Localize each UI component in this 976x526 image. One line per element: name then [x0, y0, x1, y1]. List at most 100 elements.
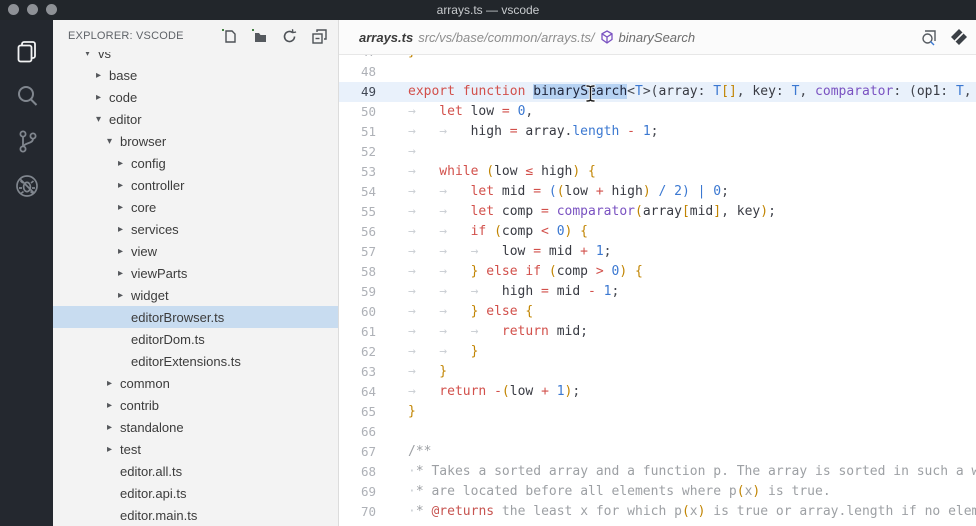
tree-file-editor.all.ts[interactable]: editor.all.ts — [53, 460, 338, 482]
chevron-expanded-icon[interactable]: ▾ — [107, 136, 120, 147]
tree-folder-config[interactable]: ▸config — [53, 152, 338, 174]
code-line-56[interactable]: 56→→if (comp < 0) { — [339, 222, 976, 242]
code-token: * Takes a sorted array and a function p.… — [416, 464, 976, 479]
tree-folder-test[interactable]: ▸test — [53, 438, 338, 460]
tree-folder-browser[interactable]: ▾browser — [53, 130, 338, 152]
activity-explorer-button[interactable] — [4, 28, 49, 73]
code-editor[interactable]: 47}4849export function binarySearch<T>(a… — [339, 55, 976, 526]
chevron-expanded-icon[interactable]: ▾ — [96, 114, 109, 125]
activity-debug-button[interactable] — [4, 163, 49, 208]
chevron-collapsed-icon[interactable]: ▸ — [118, 290, 131, 301]
new-file-icon[interactable] — [221, 28, 238, 45]
traffic-lights — [8, 4, 57, 15]
code-token: op1 — [917, 84, 940, 99]
tree-file-editor.main.ts[interactable]: editor.main.ts — [53, 504, 338, 526]
chevron-collapsed-icon[interactable]: ▸ — [107, 400, 120, 411]
preview-search-icon[interactable] — [919, 28, 938, 47]
split-editor-icon[interactable] — [950, 28, 968, 46]
code-line-53[interactable]: 53→while (low ≤ high) { — [339, 162, 976, 182]
tree-item-label: standalone — [120, 420, 184, 435]
code-line-50[interactable]: 50→let low = 0, — [339, 102, 976, 122]
tree-item-label: controller — [131, 178, 184, 193]
chevron-collapsed-icon[interactable]: ▸ — [96, 92, 109, 103]
code-line-59[interactable]: 59→→→high = mid - 1; — [339, 282, 976, 302]
code-line-69[interactable]: 69·* are located before all elements whe… — [339, 482, 976, 502]
tree-folder-core[interactable]: ▸core — [53, 196, 338, 218]
new-folder-icon[interactable] — [251, 28, 268, 45]
code-line-60[interactable]: 60→→} else { — [339, 302, 976, 322]
code-line-55[interactable]: 55→→let comp = comparator(array[mid], ke… — [339, 202, 976, 222]
chevron-collapsed-icon[interactable]: ▸ — [107, 378, 120, 389]
code-line-67[interactable]: 67/** — [339, 442, 976, 462]
code-line-65[interactable]: 65} — [339, 402, 976, 422]
tree-folder-base[interactable]: ▸base — [53, 64, 338, 86]
code-token: high — [612, 184, 643, 199]
collapse-all-icon[interactable] — [311, 28, 328, 45]
activity-search-button[interactable] — [4, 73, 49, 118]
breadcrumb[interactable]: arrays.ts src/vs/base/common/arrays.ts/ … — [359, 30, 911, 45]
explorer-header: EXPLORER: VSCODE — [53, 20, 338, 52]
chevron-collapsed-icon[interactable]: ▸ — [118, 180, 131, 191]
tree-folder-contrib[interactable]: ▸contrib — [53, 394, 338, 416]
chevron-collapsed-icon[interactable]: ▸ — [107, 422, 120, 433]
code-line-51[interactable]: 51→→high = array.length - 1; — [339, 122, 976, 142]
code-token: } — [408, 55, 416, 59]
breadcrumb-symbol[interactable]: binarySearch — [619, 30, 696, 45]
tree-folder-editor[interactable]: ▾editor — [53, 108, 338, 130]
close-window-button[interactable] — [8, 4, 19, 15]
code-token: 0 — [557, 224, 565, 239]
code-line-47[interactable]: 47} — [339, 55, 976, 62]
tree-file-editorBrowser.ts[interactable]: editorBrowser.ts — [53, 306, 338, 328]
code-token: comp — [502, 204, 541, 219]
code-token: + — [580, 244, 596, 259]
chevron-collapsed-icon[interactable]: ▸ — [118, 158, 131, 169]
breadcrumb-file[interactable]: arrays.ts — [359, 30, 413, 45]
minimize-window-button[interactable] — [27, 4, 38, 15]
tab-whitespace-icon: → — [439, 182, 470, 202]
code-line-68[interactable]: 68·* Takes a sorted array and a function… — [339, 462, 976, 482]
tab-whitespace-icon: → — [439, 322, 470, 342]
chevron-collapsed-icon[interactable]: ▸ — [107, 444, 120, 455]
zoom-window-button[interactable] — [46, 4, 57, 15]
code-line-63[interactable]: 63→} — [339, 362, 976, 382]
tree-folder-standalone[interactable]: ▸standalone — [53, 416, 338, 438]
code-line-64[interactable]: 64→return -(low + 1); — [339, 382, 976, 402]
activity-source-control-button[interactable] — [4, 118, 49, 163]
refresh-icon[interactable] — [281, 28, 298, 45]
chevron-collapsed-icon[interactable]: ▸ — [118, 268, 131, 279]
code-line-62[interactable]: 62→→} — [339, 342, 976, 362]
chevron-collapsed-icon[interactable]: ▸ — [118, 224, 131, 235]
tree-file-editorExtensions.ts[interactable]: editorExtensions.ts — [53, 350, 338, 372]
search-icon — [14, 83, 40, 109]
tree-folder-code[interactable]: ▸code — [53, 86, 338, 108]
tree-item-label: editor.all.ts — [120, 464, 182, 479]
tree-folder-view[interactable]: ▸view — [53, 240, 338, 262]
tree-folder-widget[interactable]: ▸widget — [53, 284, 338, 306]
code-line-70[interactable]: 70·* @returns the least x for which p(x)… — [339, 502, 976, 522]
chevron-collapsed-icon[interactable]: ▸ — [96, 70, 109, 81]
chevron-collapsed-icon[interactable]: ▸ — [118, 202, 131, 213]
code-token: return — [502, 324, 557, 339]
code-token: high — [541, 164, 572, 179]
code-token: key — [752, 84, 775, 99]
tab-whitespace-icon: → — [408, 322, 439, 342]
code-line-61[interactable]: 61→→→return mid; — [339, 322, 976, 342]
tree-folder-services[interactable]: ▸services — [53, 218, 338, 240]
tree-file-editor.api.ts[interactable]: editor.api.ts — [53, 482, 338, 504]
code-line-48[interactable]: 48 — [339, 62, 976, 82]
code-line-52[interactable]: 52→ — [339, 142, 976, 162]
breadcrumb-path[interactable]: src/vs/base/common/arrays.ts/ — [418, 30, 594, 45]
code-line-66[interactable]: 66 — [339, 422, 976, 442]
tab-whitespace-icon: → — [471, 282, 502, 302]
code-line-58[interactable]: 58→→} else if (comp > 0) { — [339, 262, 976, 282]
tree-folder-common[interactable]: ▸common — [53, 372, 338, 394]
code-line-49[interactable]: 49export function binarySearch<T>(array:… — [339, 82, 976, 102]
tree-file-editorDom.ts[interactable]: editorDom.ts — [53, 328, 338, 350]
tree-folder-viewParts[interactable]: ▸viewParts — [53, 262, 338, 284]
code-token: mid — [557, 284, 588, 299]
tree-folder-controller[interactable]: ▸controller — [53, 174, 338, 196]
tree-item-label: code — [109, 90, 137, 105]
chevron-collapsed-icon[interactable]: ▸ — [118, 246, 131, 257]
code-line-57[interactable]: 57→→→low = mid + 1; — [339, 242, 976, 262]
code-line-54[interactable]: 54→→let mid = ((low + high) / 2) | 0; — [339, 182, 976, 202]
